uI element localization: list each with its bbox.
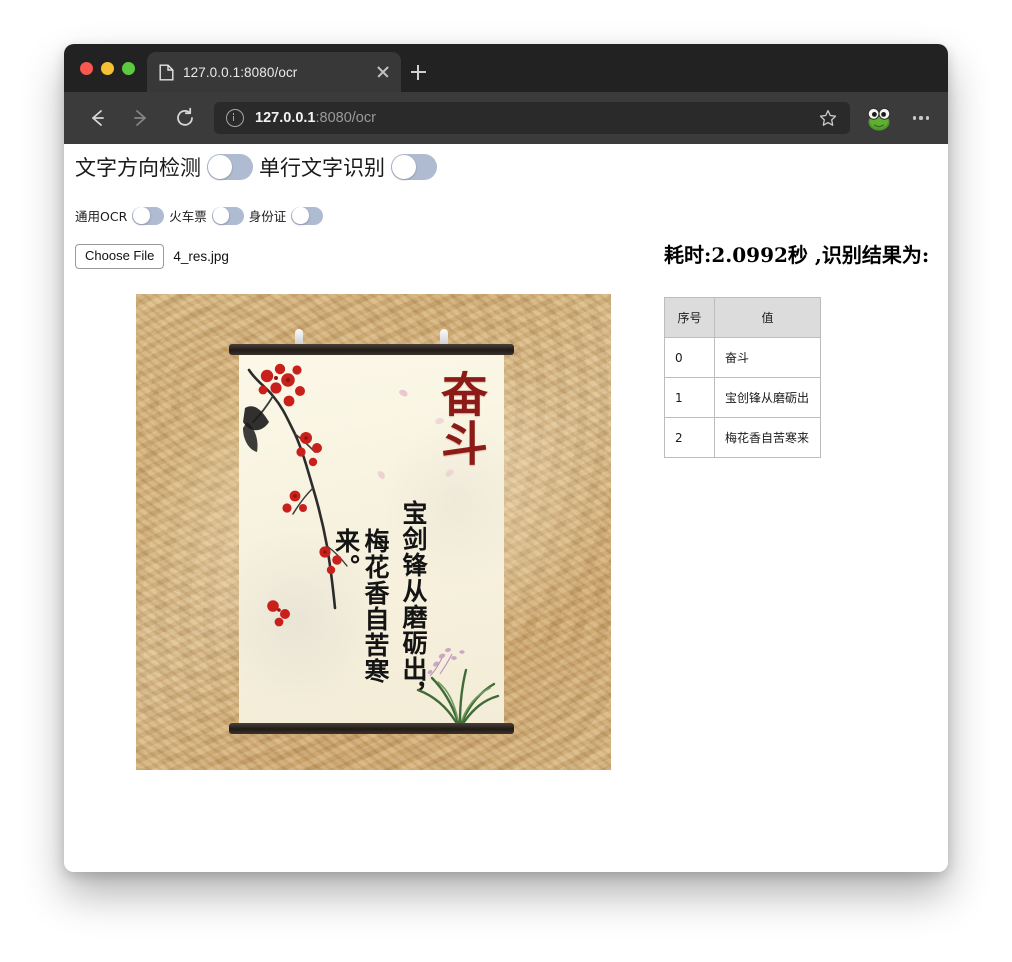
- column-header-index: 序号: [664, 297, 715, 338]
- cell-value: 宝创锋从磨砺出: [714, 377, 821, 418]
- cell-value: 梅花香自苦寒来: [714, 417, 821, 458]
- cell-value: 奋斗: [714, 337, 821, 378]
- orchid-illustration: [416, 647, 500, 724]
- close-window-button[interactable]: [80, 61, 93, 75]
- petal: [398, 388, 409, 398]
- browser-tab[interactable]: 127.0.0.1:8080/ocr: [147, 52, 401, 92]
- selected-file-name: 4_res.jpg: [173, 248, 229, 264]
- table-header-row: 序号 值: [664, 297, 821, 338]
- toggle-general-ocr[interactable]: [132, 206, 165, 225]
- ocr-preview-image: 奋斗 宝剑锋从磨砺出， 梅花香自苦寒来。: [136, 294, 611, 770]
- hanging-scroll: 奋斗 宝剑锋从磨砺出， 梅花香自苦寒来。: [229, 329, 514, 734]
- cell-index: 1: [664, 377, 715, 418]
- minimize-window-button[interactable]: [101, 61, 114, 75]
- toggle-label-single-line: 单行文字识别: [259, 156, 385, 180]
- browser-window: 127.0.0.1:8080/ocr 127.0.0.1:8080/ocr 文字…: [64, 44, 948, 872]
- new-tab-button[interactable]: [401, 52, 435, 92]
- table-row: 1 宝创锋从磨砺出: [664, 377, 821, 418]
- table-row: 0 奋斗: [664, 337, 821, 378]
- toggle-id-card[interactable]: [291, 206, 324, 225]
- info-icon[interactable]: [226, 109, 244, 127]
- calligraphy-title: 奋斗: [432, 370, 487, 468]
- tab-title: 127.0.0.1:8080/ocr: [183, 64, 298, 80]
- reload-icon[interactable]: [170, 103, 200, 133]
- url-path: :8080/ocr: [315, 110, 376, 126]
- ocr-result-table: 序号 值 0 奋斗 1 宝创锋从磨砺出 2 梅花香自苦寒来: [664, 297, 821, 458]
- page-icon: [159, 64, 174, 81]
- table-row: 2 梅花香自苦寒来: [664, 417, 821, 458]
- more-options-icon[interactable]: [908, 105, 934, 131]
- toggle-label-train-ticket: 火车票: [169, 209, 207, 224]
- address-bar[interactable]: 127.0.0.1:8080/ocr: [214, 102, 850, 134]
- toggle-label-id-card: 身份证: [248, 209, 287, 224]
- star-icon[interactable]: [818, 108, 838, 128]
- frog-icon[interactable]: [864, 103, 894, 133]
- column-header-value: 值: [714, 297, 821, 338]
- table-header: 序号 值: [664, 297, 821, 338]
- toggle-label-general-ocr: 通用OCR: [75, 209, 128, 224]
- scroll-pin-left: [295, 329, 303, 345]
- tab-strip: 127.0.0.1:8080/ocr: [64, 44, 948, 92]
- scroll-paper: 奋斗 宝剑锋从磨砺出， 梅花香自苦寒来。: [239, 352, 504, 726]
- scroll-pin-right: [440, 329, 448, 345]
- scroll-rod-bottom: [229, 723, 514, 734]
- cell-index: 2: [664, 417, 715, 458]
- url-text: 127.0.0.1:8080/ocr: [255, 110, 807, 126]
- primary-toggle-row: 文字方向检测 单行文字识别: [75, 152, 443, 182]
- toggle-train-ticket[interactable]: [211, 206, 244, 225]
- toggle-label-text-direction: 文字方向检测: [75, 156, 201, 180]
- page-content: 文字方向检测 单行文字识别 通用OCR 火车票 身份证 Choose File …: [64, 144, 948, 872]
- url-host: 127.0.0.1: [255, 110, 316, 126]
- toggle-text-direction-detection[interactable]: [207, 154, 253, 180]
- secondary-toggle-row: 通用OCR 火车票 身份证: [75, 206, 328, 225]
- choose-file-button[interactable]: Choose File: [75, 244, 165, 269]
- browser-toolbar: 127.0.0.1:8080/ocr: [64, 92, 948, 144]
- file-input-row[interactable]: Choose File 4_res.jpg: [75, 244, 229, 269]
- petal: [444, 467, 455, 479]
- window-controls: [64, 44, 147, 92]
- result-heading: 耗时:2.0992秒 ,识别结果为:: [664, 243, 930, 267]
- table-body: 0 奋斗 1 宝创锋从磨砺出 2 梅花香自苦寒来: [664, 337, 821, 458]
- toggle-single-line-recognition[interactable]: [391, 154, 437, 180]
- back-arrow-icon[interactable]: [82, 103, 112, 133]
- maximize-window-button[interactable]: [122, 61, 135, 75]
- forward-arrow-icon[interactable]: [126, 103, 156, 133]
- close-icon[interactable]: [373, 62, 393, 82]
- scroll-rod-top: [229, 344, 514, 355]
- calligraphy-column-left: 梅花香自苦寒来。: [331, 528, 391, 684]
- cell-index: 0: [664, 337, 715, 378]
